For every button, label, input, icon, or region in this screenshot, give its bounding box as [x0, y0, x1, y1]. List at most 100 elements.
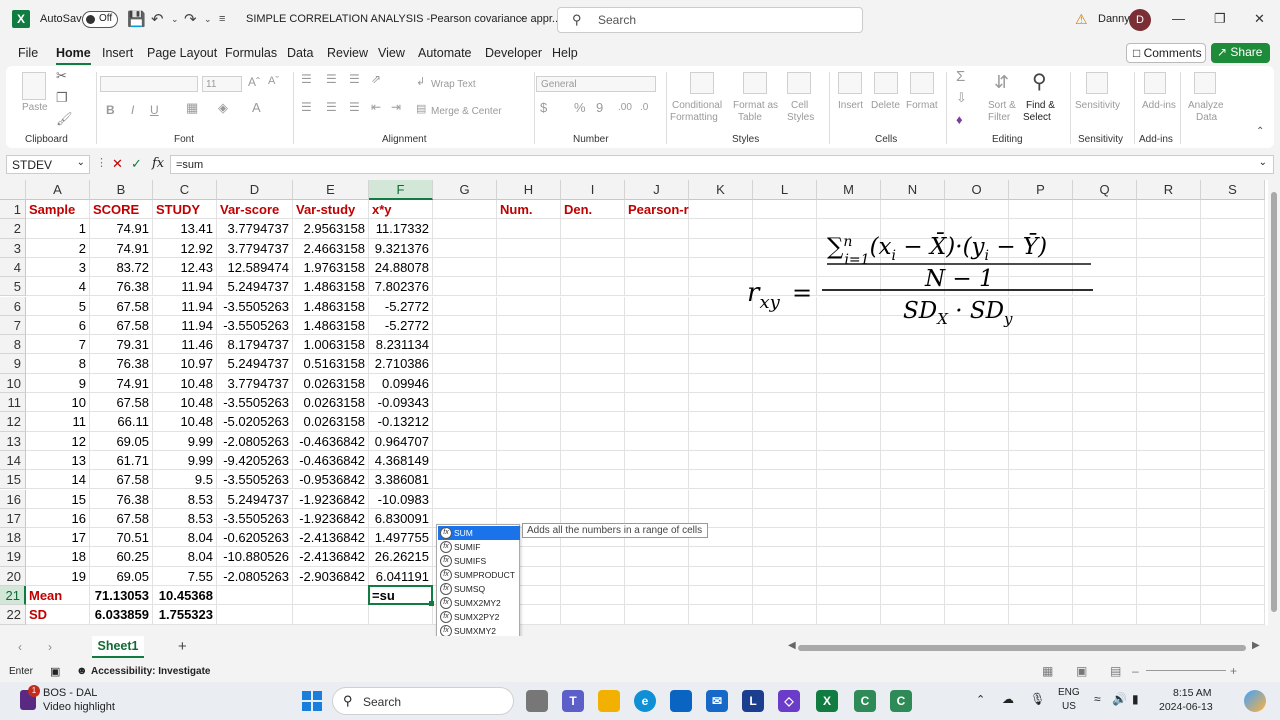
analyze-data-label-2[interactable]: Data [1196, 112, 1217, 123]
copilot-tray-icon[interactable] [1244, 690, 1266, 712]
page-break-view-icon[interactable]: ▤ [1110, 664, 1121, 678]
grid-cell[interactable] [689, 315, 753, 336]
grid-cell[interactable] [1009, 605, 1073, 625]
wrap-text-icon[interactable]: ↲ [416, 75, 425, 88]
grid-cell[interactable] [1201, 431, 1265, 451]
accessibility-status[interactable]: Accessibility: Investigate [91, 666, 211, 677]
grid-cell[interactable] [625, 605, 689, 625]
grid-cell[interactable] [1201, 200, 1265, 220]
column-header-G[interactable]: G [433, 180, 497, 200]
font-size-field[interactable]: 11 [202, 76, 242, 92]
grid-cell[interactable] [433, 412, 497, 432]
grid-cell[interactable] [881, 528, 945, 548]
grid-cell[interactable] [1201, 566, 1265, 586]
grid-cell[interactable] [625, 219, 689, 239]
menu-help[interactable]: Help [552, 46, 578, 60]
grid-cell[interactable] [817, 412, 881, 432]
add-ins-icon[interactable] [1144, 72, 1166, 94]
cell-E7[interactable]: 1.4863158 [293, 315, 369, 336]
grid-cell[interactable] [945, 393, 1009, 413]
grid-cell[interactable] [817, 489, 881, 509]
grid-cell[interactable] [1073, 412, 1137, 432]
cell-E20[interactable]: -2.9036842 [293, 566, 369, 586]
cell-B4[interactable]: 83.72 [90, 257, 153, 278]
grid-cell[interactable] [1137, 296, 1201, 316]
grid-cell[interactable] [497, 277, 561, 297]
grid-cell[interactable] [1201, 277, 1265, 297]
cell-styles-icon[interactable] [787, 72, 811, 94]
column-header-C[interactable]: C [153, 180, 217, 200]
grid-cell[interactable] [433, 238, 497, 258]
grid-cell[interactable] [753, 489, 817, 509]
grid-cell[interactable] [945, 470, 1009, 490]
analyze-data-label-1[interactable]: Analyze [1188, 100, 1224, 111]
autocomplete-item[interactable]: fx SUMSQ [438, 582, 520, 596]
grid-cell[interactable] [561, 238, 625, 258]
grid-cell[interactable] [945, 335, 1009, 355]
cell-A11[interactable]: 10 [26, 393, 90, 413]
cell-B1[interactable]: SCORE [90, 200, 153, 220]
grid-cell[interactable] [497, 393, 561, 413]
grid-cell[interactable] [561, 219, 625, 239]
increase-indent-icon[interactable]: ⇥ [391, 100, 401, 114]
cell-E1[interactable]: Var-study [293, 200, 369, 220]
cell-D5[interactable]: 5.2494737 [217, 277, 293, 297]
grid-cell[interactable] [561, 605, 625, 625]
grid-cell[interactable] [689, 219, 753, 239]
grid-cell[interactable] [217, 586, 293, 606]
number-format-select[interactable]: General [536, 76, 656, 92]
grid-cell[interactable] [1137, 566, 1201, 586]
grid-cell[interactable] [753, 586, 817, 606]
menu-formulas[interactable]: Formulas [225, 46, 277, 60]
font-color-icon[interactable]: A [252, 100, 261, 115]
sort-filter-icon[interactable]: ⇵ [994, 72, 1009, 93]
cell-A16[interactable]: 15 [26, 489, 90, 509]
cell-D14[interactable]: -9.4205263 [217, 450, 293, 471]
paste-label[interactable]: Paste [22, 102, 48, 113]
normal-view-icon[interactable]: ▦ [1042, 664, 1053, 678]
format-as-table-label-2[interactable]: Table [738, 112, 762, 123]
cell-C15[interactable]: 9.5 [153, 470, 217, 490]
cut-icon[interactable]: ✂ [56, 68, 67, 84]
grid-cell[interactable] [1201, 470, 1265, 490]
teams-icon[interactable]: T [562, 690, 584, 712]
grid-cell[interactable] [689, 393, 753, 413]
grid-cell[interactable] [753, 470, 817, 490]
grid-cell[interactable] [881, 586, 945, 606]
scroll-right-icon[interactable]: ▶ [1252, 640, 1260, 651]
grid-cell[interactable] [497, 315, 561, 336]
cell-F2[interactable]: 11.17332 [369, 219, 433, 239]
cell-E6[interactable]: 1.4863158 [293, 296, 369, 316]
cell-E17[interactable]: -1.9236842 [293, 508, 369, 529]
file-explorer-icon[interactable] [598, 690, 620, 712]
column-header-M[interactable]: M [817, 180, 881, 200]
cell-A15[interactable]: 14 [26, 470, 90, 490]
column-header-K[interactable]: K [689, 180, 753, 200]
cell-H1[interactable]: Num. [497, 200, 561, 220]
grid-cell[interactable] [1137, 277, 1201, 297]
row-header[interactable]: 13 [0, 431, 26, 451]
cell-B22[interactable]: 6.033859 [90, 605, 153, 625]
cell-B12[interactable]: 66.11 [90, 412, 153, 432]
grid-cell[interactable] [1073, 489, 1137, 509]
share-button[interactable]: ↗ Share ⌄ [1211, 43, 1270, 73]
grid-cell[interactable] [1073, 200, 1137, 220]
grid-cell[interactable] [1201, 238, 1265, 258]
grid-cell[interactable] [433, 373, 497, 393]
grid-cell[interactable] [689, 373, 753, 393]
cell-B14[interactable]: 61.71 [90, 450, 153, 471]
row-header[interactable]: 4 [0, 257, 26, 278]
italic-button[interactable]: I [131, 103, 134, 117]
cell-C4[interactable]: 12.43 [153, 257, 217, 278]
grid-cell[interactable] [625, 450, 689, 471]
grid-cell[interactable] [561, 373, 625, 393]
zoom-out-icon[interactable]: – [1132, 664, 1139, 678]
grid-cell[interactable] [561, 393, 625, 413]
column-header-A[interactable]: A [26, 180, 90, 200]
underline-button[interactable]: U [150, 103, 159, 117]
cell-D4[interactable]: 12.589474 [217, 257, 293, 278]
grid-cell[interactable] [1137, 470, 1201, 490]
start-icon[interactable] [302, 691, 322, 711]
menu-page-layout[interactable]: Page Layout [147, 46, 217, 60]
grid-cell[interactable] [817, 528, 881, 548]
